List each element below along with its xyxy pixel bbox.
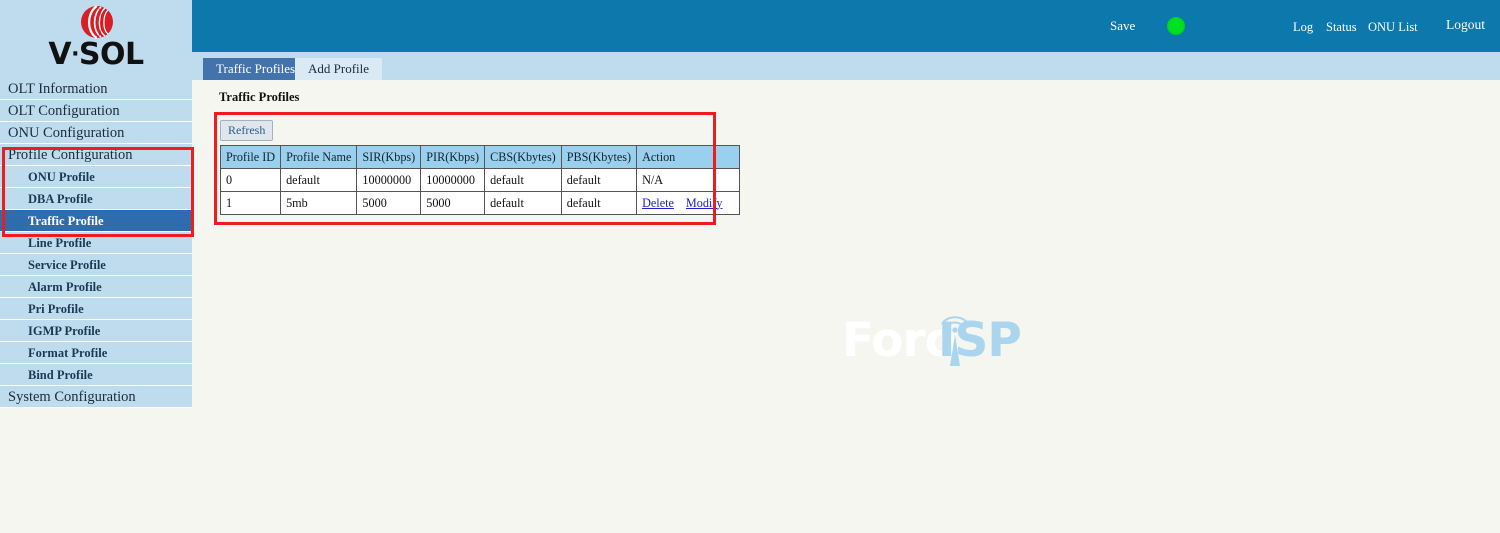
sidebar-item-alarm-profile[interactable]: Alarm Profile [0,276,192,298]
traffic-profiles-panel: Refresh Profile ID Profile Name SIR(Kbps… [219,118,741,215]
sidebar-item-pri-profile[interactable]: Pri Profile [0,298,192,320]
traffic-profiles-table: Profile ID Profile Name SIR(Kbps) PIR(Kb… [219,145,741,215]
header-link-onu-list[interactable]: ONU List [1368,20,1418,35]
brand-wordmark-sol: SOL [78,37,144,72]
table-row: 1 5mb 5000 5000 default default Delete Mo… [219,191,741,215]
sidebar-item-label: Line Profile [28,236,92,250]
tab-add-profile[interactable]: Add Profile [295,58,383,80]
sidebar-item-system-configuration[interactable]: System Configuration [0,386,192,408]
sidebar-item-dba-profile[interactable]: DBA Profile [0,188,192,210]
sidebar-item-label: Service Profile [28,258,106,272]
cell-action: Delete Modify [636,191,741,215]
sidebar-item-label: Traffic Profile [28,214,104,228]
sidebar-item-olt-configuration[interactable]: OLT Configuration [0,100,192,122]
main-content: Foro ISP Traffic Profiles Refresh Profil… [192,80,1500,533]
sidebar-item-olt-information[interactable]: OLT Information [0,78,192,100]
header-link-status[interactable]: Status [1326,20,1357,35]
table-header: Profile ID Profile Name SIR(Kbps) PIR(Kb… [219,145,741,169]
page-title: Traffic Profiles [219,90,300,104]
sidebar-item-label: ONU Configuration [8,125,125,141]
delete-link[interactable]: Delete [642,196,674,210]
sidebar-item-label: Pri Profile [28,302,84,316]
cell-pir: 5000 [420,191,486,215]
watermark-text-foro: Foro [842,313,957,368]
sidebar-item-label: ONU Profile [28,170,95,184]
column-header-cbs: CBS(Kbytes) [484,145,562,169]
cell-profile-name: 5mb [280,191,358,215]
sidebar-item-igmp-profile[interactable]: IGMP Profile [0,320,192,342]
save-button[interactable]: Save [1110,18,1135,34]
tab-traffic-profiles[interactable]: Traffic Profiles [203,58,309,80]
sidebar-item-label: DBA Profile [28,192,93,206]
green-status-indicator-icon [1167,17,1185,35]
column-header-pbs: PBS(Kbytes) [560,145,638,169]
cell-sir: 5000 [356,191,422,215]
brand-wordmark: V·SOL [0,38,192,72]
cell-pbs: default [560,191,638,215]
modify-link[interactable]: Modify [686,196,723,210]
table-body: 0 default 10000000 10000000 default defa… [219,168,741,215]
sidebar-item-format-profile[interactable]: Format Profile [0,342,192,364]
application-window: V·SOL OLT Information OLT Configuration … [0,0,1500,533]
cell-cbs: default [484,168,562,192]
sidebar-item-label: OLT Configuration [8,103,120,119]
sidebar: V·SOL OLT Information OLT Configuration … [0,0,192,533]
column-header-action: Action [636,145,741,169]
refresh-button[interactable]: Refresh [220,120,274,141]
brand-wordmark-v: V [48,37,72,72]
sidebar-item-onu-profile[interactable]: ONU Profile [0,166,192,188]
cell-action: N/A [636,168,741,192]
column-header-profile-name: Profile Name [280,145,358,169]
header-link-log[interactable]: Log [1293,20,1313,35]
brand-logo-area: V·SOL [0,0,192,78]
sidebar-item-label: System Configuration [8,389,136,405]
foroisp-watermark: Foro ISP [842,308,1052,370]
vsol-sphere-logo-icon [81,5,113,39]
cell-profile-name: default [280,168,358,192]
table-row: 0 default 10000000 10000000 default defa… [219,168,741,192]
sidebar-item-bind-profile[interactable]: Bind Profile [0,364,192,386]
cell-sir: 10000000 [356,168,422,192]
sidebar-item-label: Alarm Profile [28,280,102,294]
radio-tower-icon [941,316,969,366]
column-header-sir: SIR(Kbps) [356,145,422,169]
tab-bar: Traffic Profiles Add Profile [192,52,1500,80]
brand-wordmark-dot: · [71,42,79,67]
sidebar-item-profile-configuration[interactable]: Profile Configuration [0,144,192,166]
logout-button[interactable]: Logout [1446,17,1485,33]
cell-pbs: default [560,168,638,192]
sidebar-nav-list: OLT Information OLT Configuration ONU Co… [0,78,192,408]
cell-pir: 10000000 [420,168,486,192]
cell-profile-id: 1 [219,191,282,215]
column-header-pir: PIR(Kbps) [420,145,486,169]
sidebar-item-line-profile[interactable]: Line Profile [0,232,192,254]
table-header-row: Profile ID Profile Name SIR(Kbps) PIR(Kb… [219,145,741,169]
top-header-bar: Save Log Status ONU List Logout [192,0,1500,52]
column-header-profile-id: Profile ID [219,145,282,169]
cell-profile-id: 0 [219,168,282,192]
sidebar-item-traffic-profile[interactable]: Traffic Profile [0,210,192,232]
sidebar-item-service-profile[interactable]: Service Profile [0,254,192,276]
sidebar-item-label: Format Profile [28,346,108,360]
sidebar-item-label: Bind Profile [28,368,93,382]
sidebar-item-onu-configuration[interactable]: ONU Configuration [0,122,192,144]
watermark-text-isp: ISP [938,313,1022,368]
sidebar-item-label: OLT Information [8,81,108,97]
sidebar-item-label: Profile Configuration [8,147,133,163]
sidebar-item-label: IGMP Profile [28,324,101,338]
cell-cbs: default [484,191,562,215]
